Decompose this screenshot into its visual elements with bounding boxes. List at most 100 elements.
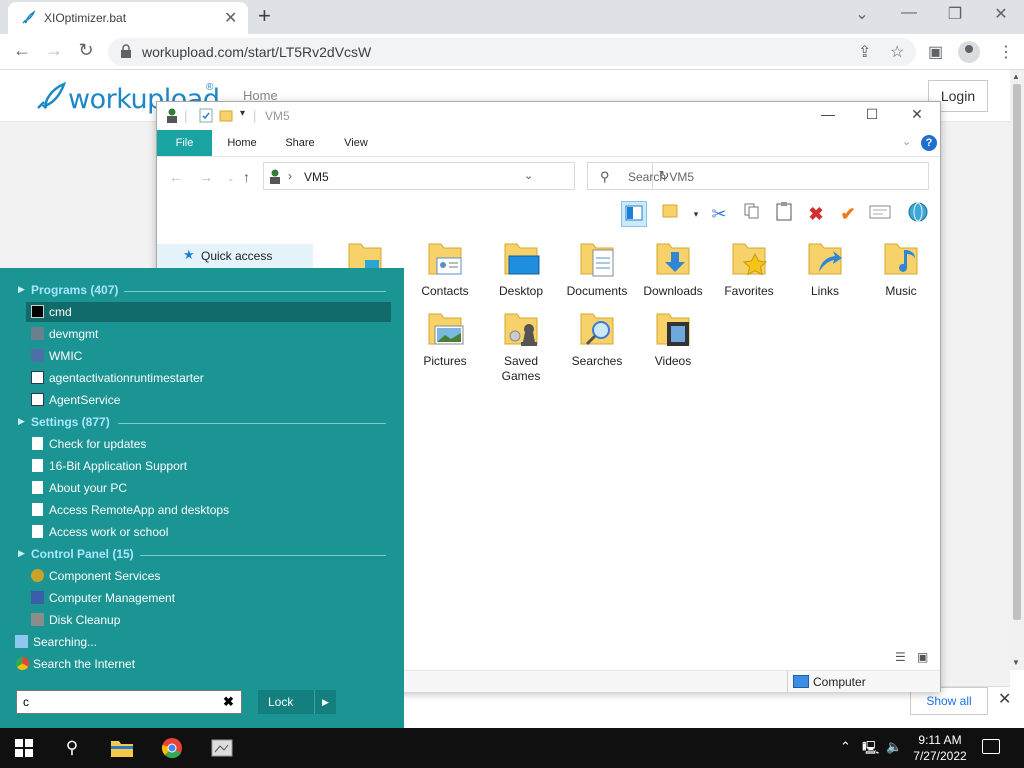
- folder-item[interactable]: Desktop: [483, 234, 559, 310]
- folder-item[interactable]: Downloads: [635, 234, 711, 310]
- explorer-minimize-icon[interactable]: —: [813, 106, 843, 122]
- result-devmgmt[interactable]: devmgmt: [0, 324, 404, 344]
- folder-item[interactable]: Favorites: [711, 234, 787, 310]
- chrome-taskbar-icon[interactable]: [148, 728, 196, 768]
- tab-search-icon[interactable]: ⌄: [847, 4, 877, 24]
- browser-tab-active[interactable]: XIOptimizer.bat ✕: [8, 2, 248, 34]
- explorer-back-icon[interactable]: ←: [169, 169, 183, 185]
- bookmark-star-icon[interactable]: ☆: [890, 42, 904, 62]
- folder-item[interactable]: Links: [787, 234, 863, 310]
- properties-icon[interactable]: [199, 107, 213, 123]
- explorer-address-bar[interactable]: › VM5 ⌄ ↻: [263, 162, 669, 190]
- result-check-updates[interactable]: Check for updates: [0, 434, 404, 454]
- recent-locations-icon[interactable]: ⌄: [227, 173, 235, 184]
- side-panel-icon[interactable]: ▣: [928, 42, 943, 62]
- folder-item[interactable]: Searches: [559, 304, 635, 380]
- cut-icon[interactable]: ✂: [706, 201, 732, 227]
- result-remoteapp[interactable]: Access RemoteApp and desktops: [0, 500, 404, 520]
- preview-pane-icon[interactable]: [621, 201, 647, 227]
- notifications-icon[interactable]: [982, 739, 1000, 754]
- clear-search-icon[interactable]: ✖: [223, 694, 234, 710]
- result-about-pc[interactable]: About your PC: [0, 478, 404, 498]
- address-bar[interactable]: workupload.com/start/LT5Rv2dVcsW ⇪ ☆: [108, 38, 916, 66]
- lock-icon: [121, 44, 131, 58]
- tab-file[interactable]: File: [157, 130, 212, 156]
- breadcrumb-chevron-icon[interactable]: ›: [288, 169, 292, 183]
- network-globe-icon[interactable]: [905, 201, 931, 227]
- explorer-maximize-icon[interactable]: ☐: [857, 106, 887, 123]
- back-arrow-icon[interactable]: ←: [10, 40, 34, 61]
- file-explorer-taskbar-icon[interactable]: [98, 728, 146, 768]
- new-tab-button[interactable]: +: [258, 3, 271, 29]
- result-wmic[interactable]: WMIC: [0, 346, 404, 366]
- rename-check-icon[interactable]: ✔: [835, 201, 861, 227]
- music-folder-icon: [884, 243, 918, 275]
- folder-item[interactable]: Videos: [635, 304, 711, 380]
- result-agentservice[interactable]: AgentService: [0, 390, 404, 410]
- close-window-icon[interactable]: ✕: [986, 4, 1016, 24]
- tab-share[interactable]: Share: [277, 130, 323, 156]
- folder-item[interactable]: Documents: [559, 234, 635, 310]
- result-component-services[interactable]: Component Services: [0, 566, 404, 586]
- profile-avatar[interactable]: [958, 41, 980, 63]
- reload-icon[interactable]: ↻: [74, 40, 98, 61]
- folder-item[interactable]: Contacts: [407, 234, 483, 310]
- start-windows-icon[interactable]: [0, 728, 48, 768]
- explorer-close-icon[interactable]: ✕: [902, 106, 932, 123]
- properties-card-icon[interactable]: [867, 201, 893, 227]
- tab-view[interactable]: View: [333, 130, 379, 156]
- help-icon[interactable]: ?: [921, 135, 937, 151]
- large-icons-view-icon[interactable]: ▣: [917, 650, 928, 664]
- result-label: About your PC: [49, 481, 128, 495]
- menu-dots-icon[interactable]: ⋮: [998, 42, 1014, 62]
- lock-options-arrow-icon[interactable]: ▶: [314, 690, 336, 714]
- scroll-down-icon[interactable]: ▼: [1012, 658, 1020, 667]
- clock[interactable]: 9:11 AM 7/27/2022: [900, 732, 980, 764]
- network-icon[interactable]: 🖳: [862, 739, 879, 761]
- copy-icon[interactable]: [739, 201, 765, 227]
- start-search-input[interactable]: c ✖: [16, 690, 242, 714]
- tab-home[interactable]: Home: [217, 130, 267, 156]
- explorer-forward-icon[interactable]: →: [199, 169, 213, 185]
- page-scrollbar[interactable]: ▲ ▼: [1010, 70, 1024, 670]
- result-label: Computer Management: [49, 591, 176, 605]
- details-view-icon[interactable]: ☰: [895, 650, 906, 664]
- result-disk-cleanup[interactable]: Disk Cleanup: [0, 610, 404, 630]
- result-computer-management[interactable]: Computer Management: [0, 588, 404, 608]
- app-taskbar-icon[interactable]: [198, 728, 246, 768]
- paste-icon[interactable]: [771, 201, 797, 227]
- group-settings[interactable]: ▶ Settings (877): [0, 412, 404, 432]
- close-download-bar-icon[interactable]: ✕: [998, 689, 1011, 709]
- folder-item[interactable]: Music: [863, 234, 939, 310]
- explorer-search-input[interactable]: ⚲ Search VM5: [587, 162, 929, 190]
- result-cmd[interactable]: cmd: [26, 302, 391, 322]
- change-view-icon[interactable]: [659, 201, 685, 227]
- result-work-school[interactable]: Access work or school: [0, 522, 404, 542]
- delete-icon[interactable]: ✖: [803, 201, 829, 227]
- result-agentactivation[interactable]: agentactivationruntimestarter: [0, 368, 404, 388]
- quick-access-dropdown-icon[interactable]: ▾: [240, 108, 245, 119]
- lock-button[interactable]: Lock ▶: [258, 690, 336, 714]
- tab-close-icon[interactable]: ✕: [224, 8, 237, 28]
- expand-ribbon-icon[interactable]: ⌄: [902, 135, 911, 148]
- forward-arrow-icon[interactable]: →: [42, 40, 66, 61]
- up-arrow-icon[interactable]: ↑: [243, 169, 250, 185]
- new-folder-icon[interactable]: [219, 107, 233, 123]
- folder-item[interactable]: Saved Games: [483, 304, 559, 383]
- result-16bit[interactable]: 16-Bit Application Support: [0, 456, 404, 476]
- search-internet[interactable]: Search the Internet: [0, 654, 404, 674]
- address-dropdown-icon[interactable]: ⌄: [524, 169, 533, 182]
- breadcrumb-vm5[interactable]: VM5: [304, 170, 329, 184]
- folder-item[interactable]: Pictures: [407, 304, 483, 380]
- taskbar-search-icon[interactable]: ⚲: [48, 728, 96, 768]
- group-control-panel[interactable]: ▶ Control Panel (15): [0, 544, 404, 564]
- tray-chevron-icon[interactable]: ⌃: [840, 739, 851, 755]
- group-programs[interactable]: ▶ Programs (407): [0, 280, 404, 300]
- restore-icon[interactable]: ❐: [940, 4, 970, 24]
- minimize-icon[interactable]: —: [894, 4, 924, 22]
- nav-quick-access[interactable]: ★ Quick access: [157, 244, 313, 268]
- share-icon[interactable]: ⇪: [858, 42, 871, 62]
- scroll-thumb[interactable]: [1013, 84, 1021, 620]
- scroll-up-icon[interactable]: ▲: [1012, 72, 1020, 81]
- searching-status: Searching...: [0, 632, 404, 652]
